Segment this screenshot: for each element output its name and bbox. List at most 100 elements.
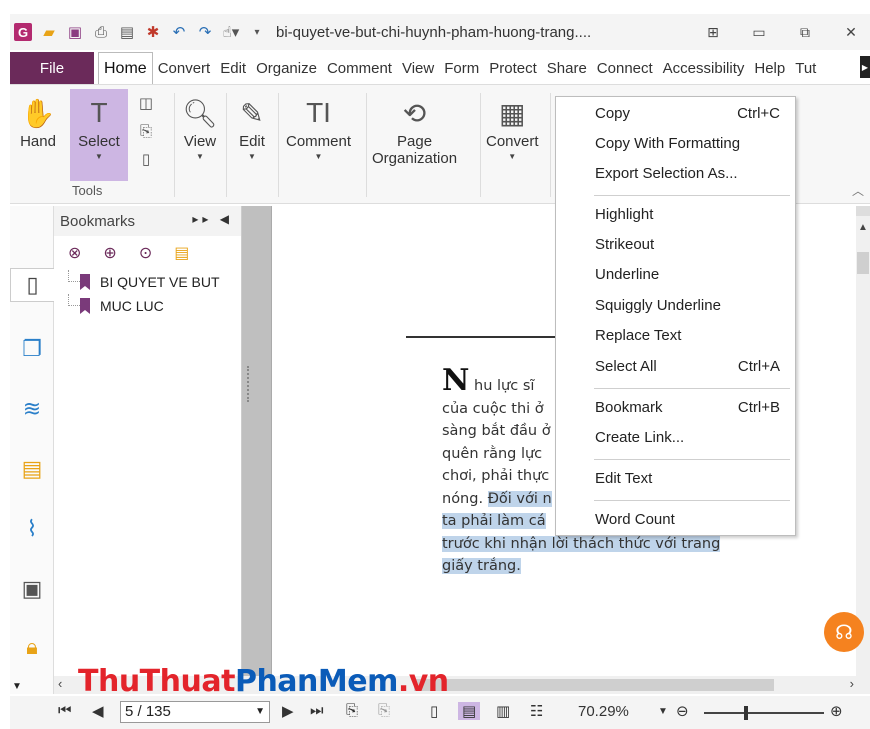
tab-share[interactable]: Share — [542, 52, 592, 84]
hand-dropdown-icon[interactable]: ☝▾ — [222, 23, 240, 41]
menu-item-select-all[interactable]: Select All Ctrl+A — [556, 353, 795, 381]
menu-item-copy-with-formatting[interactable]: Copy With Formatting — [556, 130, 795, 158]
menu-item-underline[interactable]: Underline — [556, 261, 795, 289]
hand-button[interactable]: ✋ Hand — [20, 93, 56, 151]
continuous-facing-icon[interactable]: ☷ — [530, 702, 543, 720]
next-page-icon[interactable]: ▶ — [282, 702, 294, 720]
menu-item-squiggly-underline[interactable]: Squiggly Underline — [556, 292, 795, 320]
last-page-icon[interactable]: ⏭ — [310, 702, 324, 719]
continuous-page-icon[interactable]: ▤ — [458, 702, 481, 720]
edit-button[interactable]: ✎ Edit ▼ — [234, 93, 270, 162]
shortcut-label: Ctrl+A — [737, 358, 780, 375]
menu-item-highlight[interactable]: Highlight — [556, 201, 795, 229]
bookmark-properties-icon[interactable]: ▤ — [174, 243, 189, 263]
security-lock-icon[interactable]: 🔒︎ — [16, 630, 48, 664]
restore-icon[interactable]: ⧉ — [794, 24, 816, 41]
first-page-icon[interactable]: ⏮ — [58, 702, 72, 719]
pages-panel-icon[interactable]: ❐ — [16, 332, 48, 366]
bookmarks-panel-icon[interactable]: ▯ — [10, 268, 54, 302]
zoom-slider[interactable] — [704, 712, 824, 714]
delete-bookmark-icon[interactable]: ⊗ — [68, 243, 81, 263]
menu-item-create-link[interactable]: Create Link... — [556, 424, 795, 452]
collapse-ribbon-icon[interactable]: ︿ — [852, 182, 864, 199]
close-icon[interactable]: ✕ — [840, 24, 862, 41]
customize-dropdown-icon[interactable]: ▾ — [248, 23, 266, 41]
app-logo-icon[interactable]: G — [14, 23, 32, 41]
menu-item-copy[interactable]: Copy Ctrl+C — [556, 100, 795, 128]
facing-pages-icon[interactable]: ▥ — [496, 702, 510, 720]
new-icon[interactable]: ✱ — [144, 23, 162, 41]
chevron-down-icon[interactable]: ▼ — [12, 681, 22, 692]
tab-comment[interactable]: Comment — [322, 52, 397, 84]
vertical-scrollbar[interactable]: ▲ — [856, 206, 870, 676]
tab-help[interactable]: Help — [749, 52, 790, 84]
zoom-dropdown-icon[interactable]: ▼ — [658, 706, 668, 717]
zoom-out-icon[interactable]: ⊖ — [676, 702, 689, 720]
convert-button[interactable]: ▦ Convert ▼ — [486, 93, 539, 162]
bookmark-goto-icon[interactable]: ⊙ — [139, 243, 152, 263]
panel-controls-icon[interactable]: ▸▸ ◀ — [192, 212, 233, 226]
minimize-icon[interactable]: ▭ — [748, 24, 770, 41]
tab-form[interactable]: Form — [439, 52, 484, 84]
view-button[interactable]: 🔍︎ View ▼ — [182, 93, 218, 162]
menu-item-edit-text[interactable]: Edit Text — [556, 465, 795, 493]
tab-home[interactable]: Home — [98, 52, 153, 84]
bookmark-item[interactable]: MUC LUC — [54, 294, 241, 318]
save-icon[interactable]: ▣ — [66, 23, 84, 41]
tab-accessibility[interactable]: Accessibility — [658, 52, 750, 84]
signatures-panel-icon[interactable]: ▣ — [16, 572, 48, 606]
menu-item-replace-text[interactable]: Replace Text — [556, 322, 795, 350]
vertical-scroll-thumb[interactable] — [857, 252, 869, 274]
zoom-slider-knob[interactable] — [744, 706, 748, 720]
typewriter-icon: TI — [306, 97, 331, 128]
page-organization-button[interactable]: ⟲ Page Organization — [372, 93, 457, 168]
previous-view-icon[interactable]: ⎘ — [346, 702, 358, 719]
scroll-up-icon[interactable]: ▲ — [858, 222, 868, 233]
scroll-right-icon[interactable]: › — [850, 676, 854, 691]
zoom-in-icon[interactable]: ⊕ — [830, 702, 843, 720]
print-icon[interactable]: ⎙ — [92, 23, 110, 41]
folder-open-icon[interactable]: ▰ — [40, 23, 58, 41]
horizontal-scroll-thumb[interactable] — [414, 679, 774, 691]
tab-edit[interactable]: Edit — [215, 52, 251, 84]
zoom-level[interactable]: 70.29% — [578, 703, 629, 720]
comment-button[interactable]: TI Comment ▼ — [286, 93, 351, 161]
menu-item-export-selection[interactable]: Export Selection As... — [556, 160, 795, 188]
undo-icon[interactable]: ↶ — [170, 23, 188, 41]
layout-icon[interactable]: ⊞ — [702, 24, 724, 41]
tab-tutorials[interactable]: Tut — [790, 52, 821, 84]
menu-item-bookmark[interactable]: Bookmark Ctrl+B — [556, 394, 795, 422]
document-icon[interactable]: ▯ — [136, 149, 156, 169]
chevron-down-icon[interactable]: ▼ — [255, 702, 265, 722]
previous-page-icon[interactable]: ◀ — [92, 702, 104, 720]
ribbon-separator — [226, 93, 227, 197]
attachments-panel-icon[interactable]: ⌇ — [16, 512, 48, 546]
tab-protect[interactable]: Protect — [484, 52, 542, 84]
snapshot-icon[interactable]: ◫ — [136, 93, 156, 113]
menu-scroll-right-icon[interactable]: ▶ — [860, 56, 870, 78]
single-page-icon[interactable]: ▯ — [430, 702, 438, 720]
file-tab[interactable]: File — [10, 52, 94, 84]
add-bookmark-icon[interactable]: ⊕ — [103, 243, 116, 263]
bookmark-item[interactable]: BI QUYET VE BUT — [54, 270, 241, 294]
headset-icon: ☊ — [835, 621, 853, 644]
bookmarks-panel: Bookmarks ▸▸ ◀ ⊗ ⊕ ⊙ ▤ BI QUYET VE BUT M… — [54, 206, 242, 694]
menu-item-word-count[interactable]: Word Count — [556, 506, 795, 534]
select-button[interactable]: T Select ▼ — [70, 89, 128, 181]
scroll-left-icon[interactable]: ‹ — [58, 676, 62, 691]
clipboard-icon[interactable]: ⎘ — [136, 121, 156, 141]
scan-icon[interactable]: ▤ — [118, 23, 136, 41]
splitter-grip[interactable] — [247, 366, 250, 402]
tab-connect[interactable]: Connect — [592, 52, 658, 84]
layers-panel-icon[interactable]: ≋ — [16, 392, 48, 426]
next-view-icon[interactable]: ⎘ — [378, 702, 390, 719]
panel-splitter[interactable] — [242, 206, 272, 694]
comments-panel-icon[interactable]: ▤ — [16, 452, 48, 486]
menu-item-strikeout[interactable]: Strikeout — [556, 231, 795, 259]
tab-organize[interactable]: Organize — [251, 52, 322, 84]
help-support-button[interactable]: ☊ — [824, 612, 864, 652]
tab-view[interactable]: View — [397, 52, 439, 84]
page-number-input[interactable]: 5 / 135 ▼ — [120, 701, 270, 723]
redo-icon[interactable]: ↷ — [196, 23, 214, 41]
tab-convert[interactable]: Convert — [153, 52, 216, 84]
